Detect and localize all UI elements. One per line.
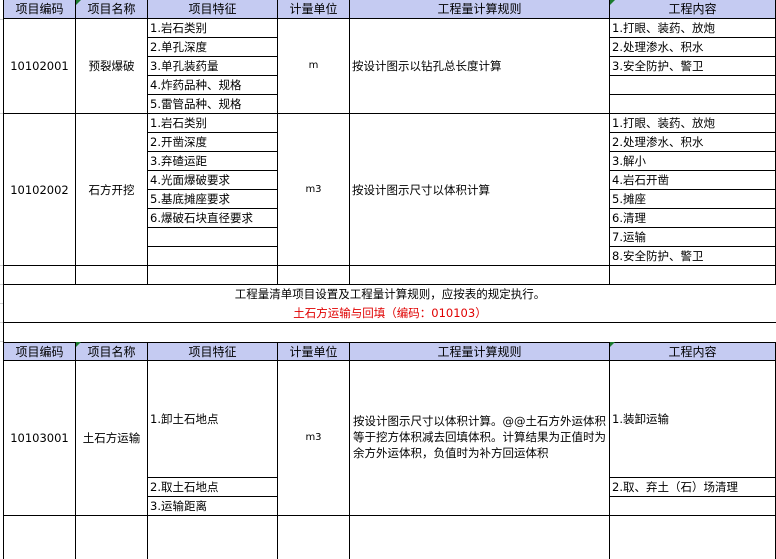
empty-cell[interactable] (4, 516, 76, 559)
cell-content[interactable]: 1.装卸运输 2.取、弃土（石）场清理 (610, 361, 776, 516)
cell-name[interactable]: 石方开挖 (76, 114, 148, 266)
content-item: 1.打眼、装药、放炮 (610, 114, 775, 133)
content-item: 1.装卸运输 (610, 361, 775, 478)
cell-unit[interactable]: m (278, 19, 350, 114)
empty-cell[interactable] (610, 266, 776, 285)
feature-item: 3.单孔装药量 (148, 57, 277, 76)
cell-features[interactable]: 1.卸土石地点 2.取土石地点 3.运输距离 (148, 361, 278, 516)
cell-content[interactable]: 1.打眼、装药、放炮 2.处理渗水、积水 3.安全防护、警卫 (610, 19, 776, 114)
feature-item: 4.光面爆破要求 (148, 171, 277, 190)
feature-item: 6.爆破石块直径要求 (148, 209, 277, 228)
empty-cell[interactable] (350, 266, 610, 285)
rule-text: 按设计图示尺寸以体积计算。@@土石方外运体积等于挖方体积减去回填体积。计算结果为… (353, 414, 606, 460)
content-item: 6.清理 (610, 209, 775, 228)
cell-rule[interactable]: 按设计图示尺寸以体积计算。@@土石方外运体积等于挖方体积减去回填体积。计算结果为… (350, 361, 610, 516)
cell-name[interactable]: 土石方运输 (76, 361, 148, 516)
empty-cell[interactable] (610, 516, 776, 559)
cell-name[interactable]: 预裂爆破 (76, 19, 148, 114)
cell-unit[interactable]: m3 (278, 361, 350, 516)
feature-item: 1.岩石类别 (148, 114, 277, 133)
header-content[interactable]: 工程内容 (610, 342, 776, 361)
header-rule[interactable]: 工程量计算规则 (350, 342, 610, 361)
comment-marker-icon (610, 342, 615, 347)
empty-cell[interactable] (278, 516, 350, 559)
empty-cell[interactable] (148, 516, 278, 559)
cell-code[interactable]: 10102002 (4, 114, 76, 266)
cell-unit[interactable]: m3 (278, 114, 350, 266)
cell-rule[interactable]: 按设计图示尺寸以体积计算 (350, 114, 610, 266)
feature-item (148, 228, 277, 247)
divider (4, 322, 776, 323)
empty-cell[interactable] (4, 266, 76, 285)
note-text[interactable]: 工程量清单项目设置及工程量计算规则，应按表的规定执行。 (4, 285, 776, 304)
comment-marker-icon (76, 0, 81, 5)
empty-cell[interactable] (76, 266, 148, 285)
comment-marker-icon (610, 0, 615, 5)
spreadsheet: 项目编码 项目名称 项目特征 计量单位 工程量计算规则 工程内容 1010200… (0, 0, 776, 559)
cell-features[interactable]: 1.岩石类别 2.单孔深度 3.单孔装药量 4.炸药品种、规格 5.雷管品种、规… (148, 19, 278, 114)
feature-item: 3.运输距离 (150, 499, 207, 513)
content-item: 3.解小 (610, 152, 775, 171)
empty-cell[interactable] (350, 516, 610, 559)
feature-item: 2.取土石地点 (148, 478, 277, 497)
feature-item: 4.炸药品种、规格 (148, 76, 277, 95)
header-name[interactable]: 项目名称 (76, 0, 148, 19)
content-item: 3.安全防护、警卫 (610, 57, 775, 76)
cell-code[interactable]: 10102001 (4, 19, 76, 114)
content-item (610, 76, 775, 95)
cell-features[interactable]: 1.岩石类别 2.开凿深度 3.弃碴运距 4.光面爆破要求 5.基底摊座要求 6… (148, 114, 278, 266)
feature-item: 1.岩石类别 (148, 19, 277, 38)
header-code[interactable]: 项目编码 (4, 342, 76, 361)
comment-marker-icon (76, 342, 81, 347)
cell-content[interactable]: 1.打眼、装药、放炮 2.处理渗水、积水 3.解小 4.岩石开凿 5.摊座 6.… (610, 114, 776, 266)
empty-cell[interactable] (278, 266, 350, 285)
empty-cell[interactable] (76, 516, 148, 559)
header-features[interactable]: 项目特征 (148, 0, 278, 19)
content-item: 4.岩石开凿 (610, 171, 775, 190)
header-content[interactable]: 工程内容 (610, 0, 776, 19)
header-features[interactable]: 项目特征 (148, 342, 278, 361)
content-item: 2.处理渗水、积水 (610, 38, 775, 57)
header-code[interactable]: 项目编码 (4, 0, 76, 19)
header-name[interactable]: 项目名称 (76, 342, 148, 361)
feature-item: 3.弃碴运距 (148, 152, 277, 171)
cell-rule[interactable]: 按设计图示以钻孔总长度计算 (350, 19, 610, 114)
content-item: 8.安全防护、警卫 (612, 249, 704, 263)
content-item: 7.运输 (610, 228, 775, 247)
cell-code[interactable]: 10103001 (4, 361, 76, 516)
empty-cell[interactable] (148, 266, 278, 285)
header-unit[interactable]: 计量单位 (278, 342, 350, 361)
feature-item: 5.雷管品种、规格 (150, 97, 242, 111)
content-item: 2.处理渗水、积水 (610, 133, 775, 152)
feature-item: 2.单孔深度 (148, 38, 277, 57)
header-unit[interactable]: 计量单位 (278, 0, 350, 19)
feature-item: 1.卸土石地点 (148, 361, 277, 478)
section-title[interactable]: 土石方运输与回填（编码：010103） (4, 304, 776, 323)
header-rule[interactable]: 工程量计算规则 (350, 0, 610, 19)
content-item: 1.打眼、装药、放炮 (610, 19, 775, 38)
content-item: 5.摊座 (610, 190, 775, 209)
feature-item: 2.开凿深度 (148, 133, 277, 152)
feature-item: 5.基底摊座要求 (148, 190, 277, 209)
content-item: 2.取、弃土（石）场清理 (610, 478, 775, 497)
